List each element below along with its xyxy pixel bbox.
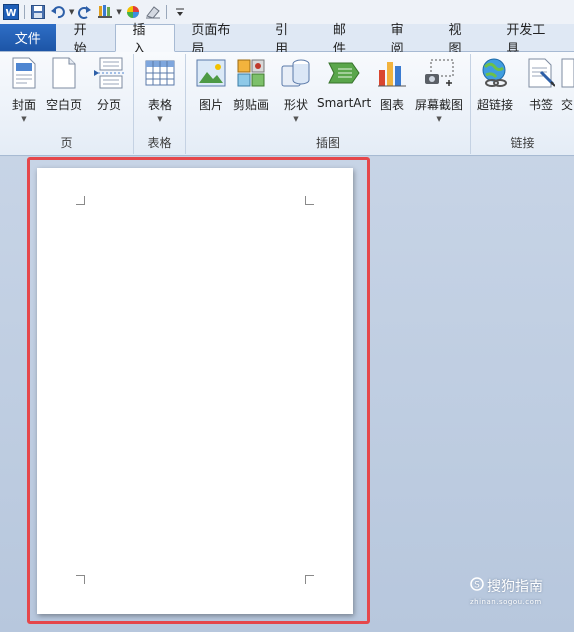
tab-view[interactable]: 视图 <box>433 23 491 57</box>
page-break-icon <box>93 56 125 90</box>
save-icon[interactable] <box>29 3 47 21</box>
tab-mailings[interactable]: 邮件 <box>317 23 375 57</box>
page-break-label: 分页 <box>96 98 121 112</box>
screenshot-label: 屏幕截图 <box>415 98 464 112</box>
svg-text:W: W <box>5 8 16 19</box>
chevron-down-icon: ▼ <box>436 115 442 123</box>
word-app-icon[interactable]: W <box>2 3 20 21</box>
sogou-logo-icon: S <box>470 577 484 595</box>
tab-insert[interactable]: 插入 <box>115 23 176 57</box>
tab-review[interactable]: 审阅 <box>375 23 433 57</box>
clip-art-label: 剪贴画 <box>233 98 270 112</box>
group-pages: 封面 ▼ 空白页 分页 页 <box>0 54 134 154</box>
cross-reference-button[interactable]: 交 <box>560 56 574 113</box>
chart-icon <box>376 56 408 90</box>
ribbon-insert: 封面 ▼ 空白页 分页 页 表格 ▼ 表格 图片 剪贴画 形状 ▼ SmartA… <box>0 52 574 156</box>
chevron-down-icon: ▼ <box>293 115 299 123</box>
cover-page-label: 封面 <box>11 98 36 112</box>
table-icon <box>144 56 176 90</box>
group-label-tables: 表格 <box>147 136 172 150</box>
chart-button[interactable]: 图表 <box>376 56 408 113</box>
hyperlink-label: 超链接 <box>477 98 514 112</box>
toolbar-separator <box>24 5 25 19</box>
watermark-main-text: 搜狗指南 <box>487 579 543 595</box>
shapes-label: 形状 <box>283 98 308 112</box>
cross-reference-icon <box>560 56 574 90</box>
undo-icon[interactable] <box>49 3 67 21</box>
page-break-button[interactable]: 分页 <box>93 56 125 113</box>
highlight-frame <box>27 157 370 624</box>
picture-button[interactable]: 图片 <box>195 56 227 113</box>
undo-dropdown-icon[interactable]: ▼ <box>69 8 74 16</box>
blank-page-label: 空白页 <box>46 98 83 112</box>
group-label-pages: 页 <box>60 136 73 150</box>
bookmark-icon <box>525 56 557 90</box>
ribbon-tabs: 文件 开始 插入 页面布局 引用 邮件 审阅 视图 开发工具 <box>0 23 574 57</box>
cover-page-button[interactable]: 封面 ▼ <box>8 56 40 123</box>
cover-page-icon <box>8 56 40 90</box>
table-button[interactable]: 表格 ▼ <box>144 56 176 123</box>
customize-icon[interactable] <box>171 3 189 21</box>
hyperlink-button[interactable]: 超链接 <box>477 56 513 113</box>
tab-page-layout[interactable]: 页面布局 <box>175 23 259 57</box>
shapes-icon <box>280 56 312 90</box>
svg-text:S: S <box>474 581 480 591</box>
screenshot-icon <box>423 56 455 90</box>
shapes-button[interactable]: 形状 ▼ <box>280 56 312 123</box>
cross-reference-label: 交 <box>560 98 573 112</box>
chevron-down-icon: ▼ <box>21 115 27 123</box>
table-label: 表格 <box>147 98 172 112</box>
group-label-links: 链接 <box>510 136 535 150</box>
tab-file[interactable]: 文件 <box>0 24 56 51</box>
chart-label: 图表 <box>379 98 404 112</box>
bookmark-label: 书签 <box>528 98 553 112</box>
tab-references[interactable]: 引用 <box>259 23 317 57</box>
screenshot-button[interactable]: 屏幕截图 ▼ <box>415 56 463 123</box>
watermark-sub-text: zhinan.sogou.com <box>470 598 542 606</box>
picture-label: 图片 <box>198 98 223 112</box>
tab-home[interactable]: 开始 <box>58 23 116 57</box>
smartart-label: SmartArt <box>317 96 372 110</box>
sogou-watermark: S 搜狗指南 zhinan.sogou.com <box>470 576 543 606</box>
group-tables: 表格 ▼ 表格 <box>134 54 186 154</box>
group-label-illustrations: 插图 <box>315 136 340 150</box>
blank-page-button[interactable]: 空白页 <box>46 56 82 113</box>
tab-developer[interactable]: 开发工具 <box>490 23 574 57</box>
bookmark-button[interactable]: 书签 <box>525 56 557 113</box>
chevron-down-icon: ▼ <box>157 115 163 123</box>
group-links: 超链接 书签 交 链接 <box>471 54 574 154</box>
blank-page-icon <box>48 56 80 90</box>
hyperlink-icon <box>479 56 511 90</box>
clip-art-icon <box>235 56 267 90</box>
toolbar-separator <box>165 5 167 19</box>
smartart-button[interactable]: SmartArt <box>317 56 371 110</box>
picture-icon <box>195 56 227 90</box>
clip-art-button[interactable]: 剪贴画 <box>233 56 269 113</box>
painter-dropdown-icon[interactable]: ▼ <box>116 8 121 16</box>
group-illustrations: 图片 剪贴画 形状 ▼ SmartArt 图表 屏幕截图 ▼ 插图 <box>186 54 471 154</box>
smartart-icon <box>328 56 360 90</box>
